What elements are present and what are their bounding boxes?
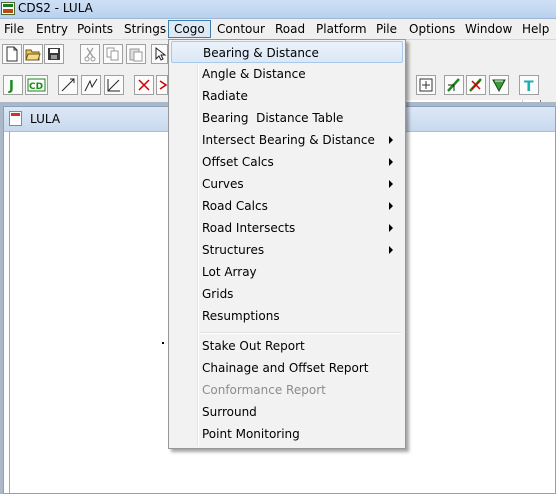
submenu-arrow-icon: [389, 202, 393, 210]
menu-item-grids[interactable]: Grids: [171, 283, 403, 305]
cursor-icon[interactable]: [151, 44, 168, 64]
menu-item-conformance-report: Conformance Report: [202, 383, 326, 397]
menu-item-bearing-distance-table[interactable]: Bearing Distance Table: [171, 107, 403, 129]
polyline-icon[interactable]: [81, 75, 101, 95]
check-string-icon[interactable]: [489, 75, 509, 95]
cogo-menu-dropdown: Bearing & Distance Angle & Distance Radi…: [168, 39, 406, 449]
arrow-icon[interactable]: [156, 75, 168, 95]
menu-options[interactable]: Options: [409, 21, 455, 38]
menu-item-lot-array[interactable]: Lot Array: [171, 261, 403, 283]
child-window-title: LULA: [30, 112, 61, 126]
svg-text:T: T: [524, 79, 534, 93]
menu-item-stake-out-report[interactable]: Stake Out Report: [171, 335, 403, 357]
grid-point-icon[interactable]: [416, 75, 436, 95]
cut-icon[interactable]: [80, 44, 100, 64]
document-icon: [9, 111, 22, 126]
edit-string-icon[interactable]: [444, 75, 464, 95]
menu-item-curves[interactable]: Curves: [171, 173, 403, 195]
menu-bar: File Entry Points Strings Cogo Contour R…: [0, 19, 556, 40]
menu-file[interactable]: File: [4, 21, 24, 38]
paste-icon[interactable]: [126, 44, 146, 64]
menu-item-angle-distance[interactable]: Angle & Distance: [171, 63, 403, 85]
svg-text:J: J: [8, 79, 14, 93]
text-icon[interactable]: T: [519, 75, 539, 95]
menu-road[interactable]: Road: [275, 21, 305, 38]
menu-pile[interactable]: Pile: [376, 21, 397, 38]
menu-item-point-monitoring[interactable]: Point Monitoring: [171, 423, 403, 445]
submenu-arrow-icon: [389, 136, 393, 144]
menu-item-bearing-distance[interactable]: Bearing & Distance: [171, 41, 403, 63]
new-document-icon[interactable]: [2, 44, 22, 64]
line-icon[interactable]: [58, 75, 78, 95]
open-folder-icon[interactable]: [23, 44, 43, 64]
menu-item-radiate[interactable]: Radiate: [171, 85, 403, 107]
menu-item-structures[interactable]: Structures: [171, 239, 403, 261]
point-marker: [162, 342, 164, 344]
window-title: CDS2 - LULA: [18, 1, 93, 15]
menu-points[interactable]: Points: [77, 21, 113, 38]
menu-entry[interactable]: Entry: [36, 21, 68, 38]
svg-text:CD: CD: [29, 82, 43, 92]
menu-item-road-intersects[interactable]: Road Intersects: [171, 217, 403, 239]
cds-app-icon[interactable]: [1, 2, 15, 15]
submenu-arrow-icon: [389, 224, 393, 232]
j-icon[interactable]: J: [3, 75, 23, 95]
title-bar: CDS2 - LULA: [0, 0, 556, 19]
menu-item-offset-calcs[interactable]: Offset Calcs: [171, 151, 403, 173]
submenu-arrow-icon: [389, 180, 393, 188]
menu-cogo[interactable]: Cogo: [168, 20, 211, 38]
cross-point-icon[interactable]: [134, 75, 154, 95]
menu-window[interactable]: Window: [465, 21, 512, 38]
copy-icon[interactable]: [103, 44, 123, 64]
submenu-arrow-icon: [389, 246, 393, 254]
menu-strings[interactable]: Strings: [124, 21, 166, 38]
menu-item-resumptions[interactable]: Resumptions: [171, 305, 403, 327]
cd-icon[interactable]: CD: [25, 75, 48, 95]
angle-line-icon[interactable]: [104, 75, 124, 95]
menu-help[interactable]: Help: [522, 21, 549, 38]
menu-platform[interactable]: Platform: [316, 21, 367, 38]
menu-separator: [200, 332, 401, 334]
menu-contour[interactable]: Contour: [217, 21, 265, 38]
save-icon[interactable]: [44, 44, 64, 64]
submenu-arrow-icon: [389, 158, 393, 166]
delete-string-icon[interactable]: [466, 75, 486, 95]
menu-item-chainage-offset-report[interactable]: Chainage and Offset Report: [171, 357, 403, 379]
menu-item-surround[interactable]: Surround: [171, 401, 403, 423]
menu-item-intersect-bearing-distance[interactable]: Intersect Bearing & Distance: [171, 129, 403, 151]
menu-item-road-calcs[interactable]: Road Calcs: [171, 195, 403, 217]
